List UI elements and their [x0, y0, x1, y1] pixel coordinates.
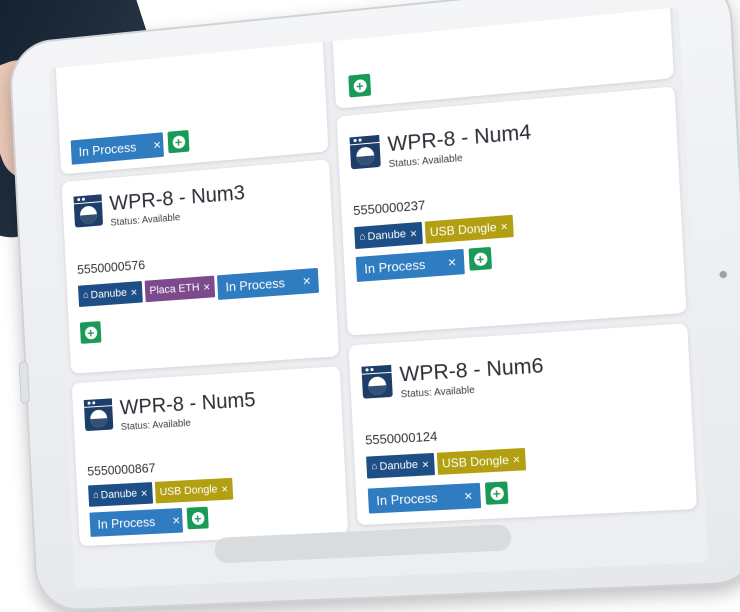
- washing-machine-icon: [83, 398, 114, 432]
- add-button[interactable]: +: [167, 129, 190, 154]
- card-header: WPR-8 - Num4 Status: Available: [349, 121, 532, 174]
- tag-in-process[interactable]: In Process ×: [217, 267, 320, 300]
- plus-icon: +: [191, 510, 205, 526]
- device-card: WPR-8 - Num4 Status: Available 555000023…: [336, 86, 687, 336]
- plus-icon: +: [171, 134, 185, 149]
- home-icon: ⌂: [371, 461, 378, 473]
- tag-label: USB Dongle: [441, 452, 510, 471]
- tag-row: ⌂ Danube × USB Dongle ×: [88, 477, 234, 507]
- add-button[interactable]: +: [468, 246, 492, 271]
- device-card: WPR-8 - Num6 Status: Available 555000012…: [348, 323, 698, 526]
- add-button[interactable]: +: [348, 73, 372, 98]
- tag-label: In Process: [375, 490, 438, 509]
- plus-icon: +: [352, 78, 367, 93]
- remove-icon[interactable]: ×: [221, 478, 229, 500]
- tag-label: In Process: [363, 256, 426, 277]
- remove-icon[interactable]: ×: [429, 250, 457, 277]
- remove-icon[interactable]: ×: [140, 482, 148, 504]
- phone-number: 5550000576: [76, 257, 146, 278]
- tag-row: In Process × +: [89, 506, 209, 537]
- home-icon: ⌂: [92, 489, 100, 501]
- add-button[interactable]: +: [484, 481, 509, 505]
- tag-usb-dongle[interactable]: USB Dongle ×: [436, 447, 526, 475]
- washing-machine-icon: [73, 194, 104, 228]
- tag-usb-dongle[interactable]: USB Dongle ×: [424, 214, 514, 244]
- remove-icon[interactable]: ×: [500, 215, 508, 238]
- phone-number: 5550000237: [352, 197, 426, 219]
- tag-label: Placa ETH: [149, 281, 200, 298]
- tag-danube[interactable]: ⌂ Danube ×: [354, 221, 423, 250]
- remove-icon[interactable]: ×: [512, 448, 521, 471]
- remove-icon[interactable]: ×: [130, 281, 138, 303]
- washing-machine-icon: [361, 364, 393, 399]
- tag-danube[interactable]: ⌂ Danube ×: [88, 482, 153, 507]
- tag-usb-dongle[interactable]: USB Dongle ×: [154, 477, 234, 504]
- card-header: WPR-8 - Num3 Status: Available: [73, 181, 246, 231]
- home-icon: ⌂: [82, 289, 90, 301]
- tablet: In Process × + + WPR-8 - Num3 Status: Av…: [0, 0, 740, 612]
- tag-in-process[interactable]: In Process ×: [70, 132, 164, 165]
- tag-row: In Process × +: [355, 246, 492, 282]
- plus-icon: +: [84, 325, 98, 340]
- washing-machine-icon: [349, 134, 381, 170]
- tag-label: USB Dongle: [429, 220, 497, 240]
- tag-label: Danube: [100, 487, 138, 502]
- tablet-screen: In Process × + + WPR-8 - Num3 Status: Av…: [48, 7, 709, 590]
- device-card: WPR-8 - Num5 Status: Available 555000086…: [71, 366, 349, 547]
- remove-icon[interactable]: ×: [421, 453, 430, 475]
- tag-in-process[interactable]: In Process ×: [367, 482, 482, 514]
- tag-row: In Process × +: [367, 481, 509, 514]
- tag-in-process[interactable]: In Process ×: [89, 507, 184, 537]
- plus-icon: +: [489, 485, 504, 501]
- tag-label: In Process: [97, 514, 156, 532]
- tablet-device: In Process × + + WPR-8 - Num3 Status: Av…: [8, 0, 740, 612]
- tag-danube[interactable]: ⌂ Danube ×: [366, 452, 435, 479]
- tag-label: Danube: [379, 458, 419, 473]
- remove-icon[interactable]: ×: [445, 483, 473, 510]
- tag-row: ⌂ Danube × USB Dongle ×: [354, 214, 514, 250]
- home-icon: ⌂: [359, 231, 366, 243]
- remove-icon[interactable]: ×: [203, 276, 211, 298]
- tag-label: Danube: [90, 286, 128, 302]
- tag-label: In Process: [225, 275, 286, 295]
- remove-icon[interactable]: ×: [409, 222, 418, 245]
- device-card: WPR-8 - Num3 Status: Available 555000057…: [61, 159, 340, 374]
- tag-label: In Process: [78, 139, 137, 160]
- add-button[interactable]: +: [186, 506, 209, 530]
- remove-icon[interactable]: ×: [155, 508, 181, 534]
- plus-icon: +: [473, 251, 488, 267]
- card-header: WPR-8 - Num5 Status: Available: [83, 388, 257, 435]
- card-header: WPR-8 - Num6 Status: Available: [361, 354, 545, 403]
- add-button[interactable]: +: [79, 321, 102, 344]
- tag-row: ⌂ Danube × USB Dongle ×: [366, 447, 526, 479]
- remove-icon[interactable]: ×: [285, 268, 312, 295]
- phone-number: 5550000867: [86, 460, 156, 479]
- tag-label: Danube: [367, 228, 407, 244]
- phone-number: 5550000124: [364, 428, 438, 448]
- tag-danube[interactable]: ⌂ Danube ×: [77, 281, 143, 308]
- tag-label: USB Dongle: [159, 483, 218, 499]
- remove-icon[interactable]: ×: [136, 132, 162, 159]
- tag-row: In Process × +: [70, 129, 190, 165]
- tag-placa-eth[interactable]: Placa ETH ×: [144, 275, 216, 303]
- tag-in-process[interactable]: In Process ×: [355, 248, 465, 282]
